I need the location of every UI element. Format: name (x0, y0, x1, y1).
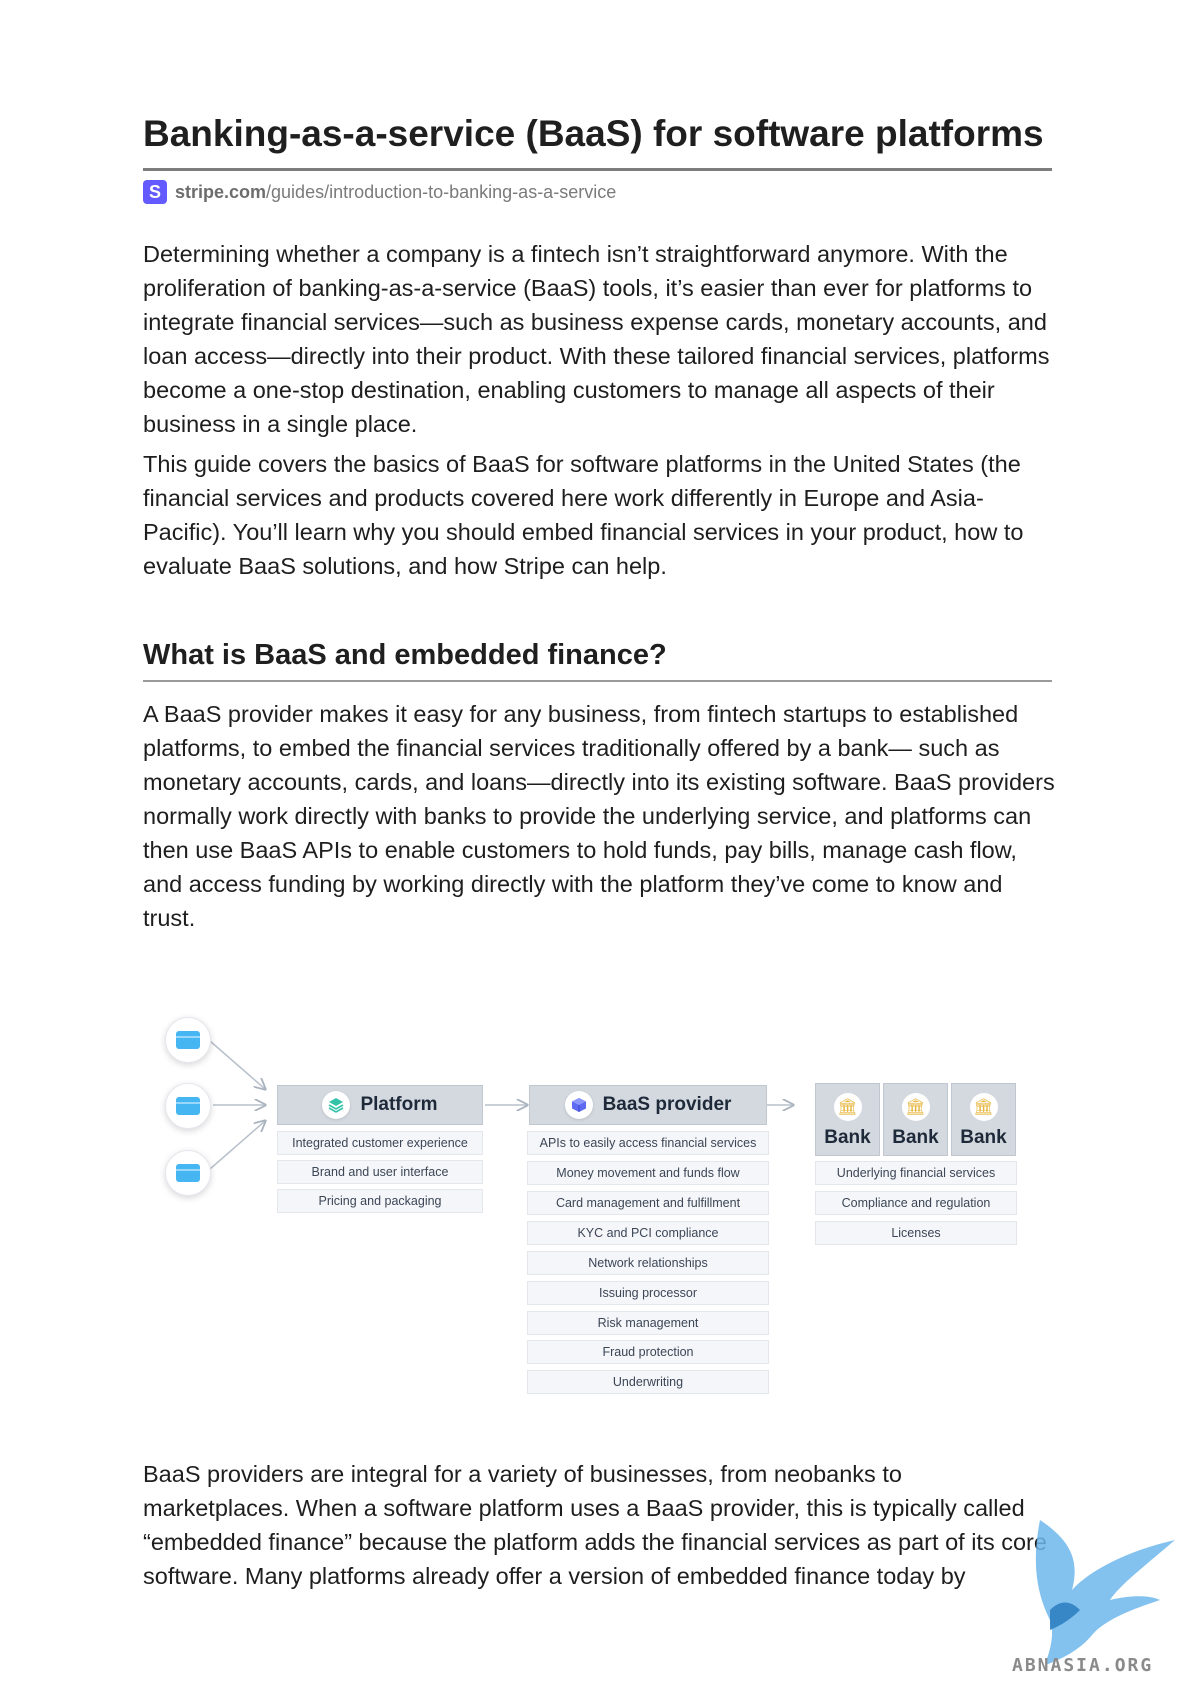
bank-item: Underlying financial services (815, 1161, 1017, 1185)
stripe-logo-icon: S (143, 180, 167, 204)
arrow-customer-3 (209, 1121, 265, 1170)
baas-item: Card management and fulfillment (527, 1191, 769, 1215)
bank-box: 🏛 Bank (815, 1083, 880, 1156)
bank-item: Compliance and regulation (815, 1191, 1017, 1215)
intro-paragraph-2: This guide covers the basics of BaaS for… (143, 451, 1024, 579)
section-divider (143, 680, 1052, 682)
baas-item: Fraud protection (527, 1340, 769, 1364)
bank-building-icon: 🏛 (833, 1093, 862, 1121)
platform-item: Pricing and packaging (277, 1189, 483, 1213)
layers-icon (322, 1091, 351, 1119)
customer-node (165, 1017, 211, 1063)
platform-header: Platform (277, 1085, 483, 1125)
bank-label: Bank (892, 1127, 939, 1148)
customer-node (165, 1150, 211, 1196)
platform-label: Platform (360, 1094, 438, 1115)
baas-header: BaaS provider (529, 1085, 767, 1125)
bank-building-icon: 🏛 (901, 1093, 930, 1121)
watermark-pegasus-logo (1035, 1520, 1175, 1665)
page-title: Banking-as-a-service (BaaS) for software… (143, 113, 1044, 154)
title-divider (143, 168, 1052, 171)
baas-label: BaaS provider (602, 1094, 732, 1115)
intro-paragraph-1: Determining whether a company is a finte… (143, 241, 1050, 437)
bank-box: 🏛 Bank (951, 1083, 1016, 1156)
arrow-customer-1 (209, 1040, 265, 1089)
bank-label: Bank (824, 1127, 871, 1148)
customer-node (165, 1083, 211, 1129)
bank-box: 🏛 Bank (883, 1083, 948, 1156)
baas-item: APIs to easily access financial services (527, 1131, 769, 1155)
baas-item: KYC and PCI compliance (527, 1221, 769, 1245)
bank-item: Licenses (815, 1221, 1017, 1245)
source-domain: stripe.com (175, 181, 267, 202)
baas-item: Risk management (527, 1311, 769, 1335)
platform-item: Brand and user interface (277, 1160, 483, 1184)
watermark-text: ABNASIA.ORG (1012, 1655, 1154, 1676)
document-page: Banking-as-a-service (BaaS) for software… (0, 0, 1190, 1684)
credit-card-icon (176, 1031, 200, 1049)
source-path: /guides/introduction-to-banking-as-a-ser… (266, 181, 617, 202)
platform-item: Integrated customer experience (277, 1131, 483, 1155)
baas-item: Money movement and funds flow (527, 1161, 769, 1185)
credit-card-icon (176, 1097, 200, 1115)
bank-label: Bank (960, 1127, 1007, 1148)
baas-diagram: Platform Integrated customer experience … (165, 1005, 1035, 1405)
baas-item: Underwriting (527, 1370, 769, 1394)
section-paragraph-1: A BaaS provider makes it easy for any bu… (143, 701, 1055, 931)
section-heading: What is BaaS and embedded finance? (143, 639, 667, 671)
cube-icon (564, 1091, 593, 1119)
bank-building-icon: 🏛 (969, 1093, 998, 1121)
baas-item: Network relationships (527, 1251, 769, 1275)
baas-item: Issuing processor (527, 1281, 769, 1305)
section-paragraph-2: BaaS providers are integral for a variet… (143, 1461, 1047, 1589)
source-link[interactable]: S stripe.com /guides/introduction-to-ban… (143, 180, 616, 204)
credit-card-icon (176, 1164, 200, 1182)
